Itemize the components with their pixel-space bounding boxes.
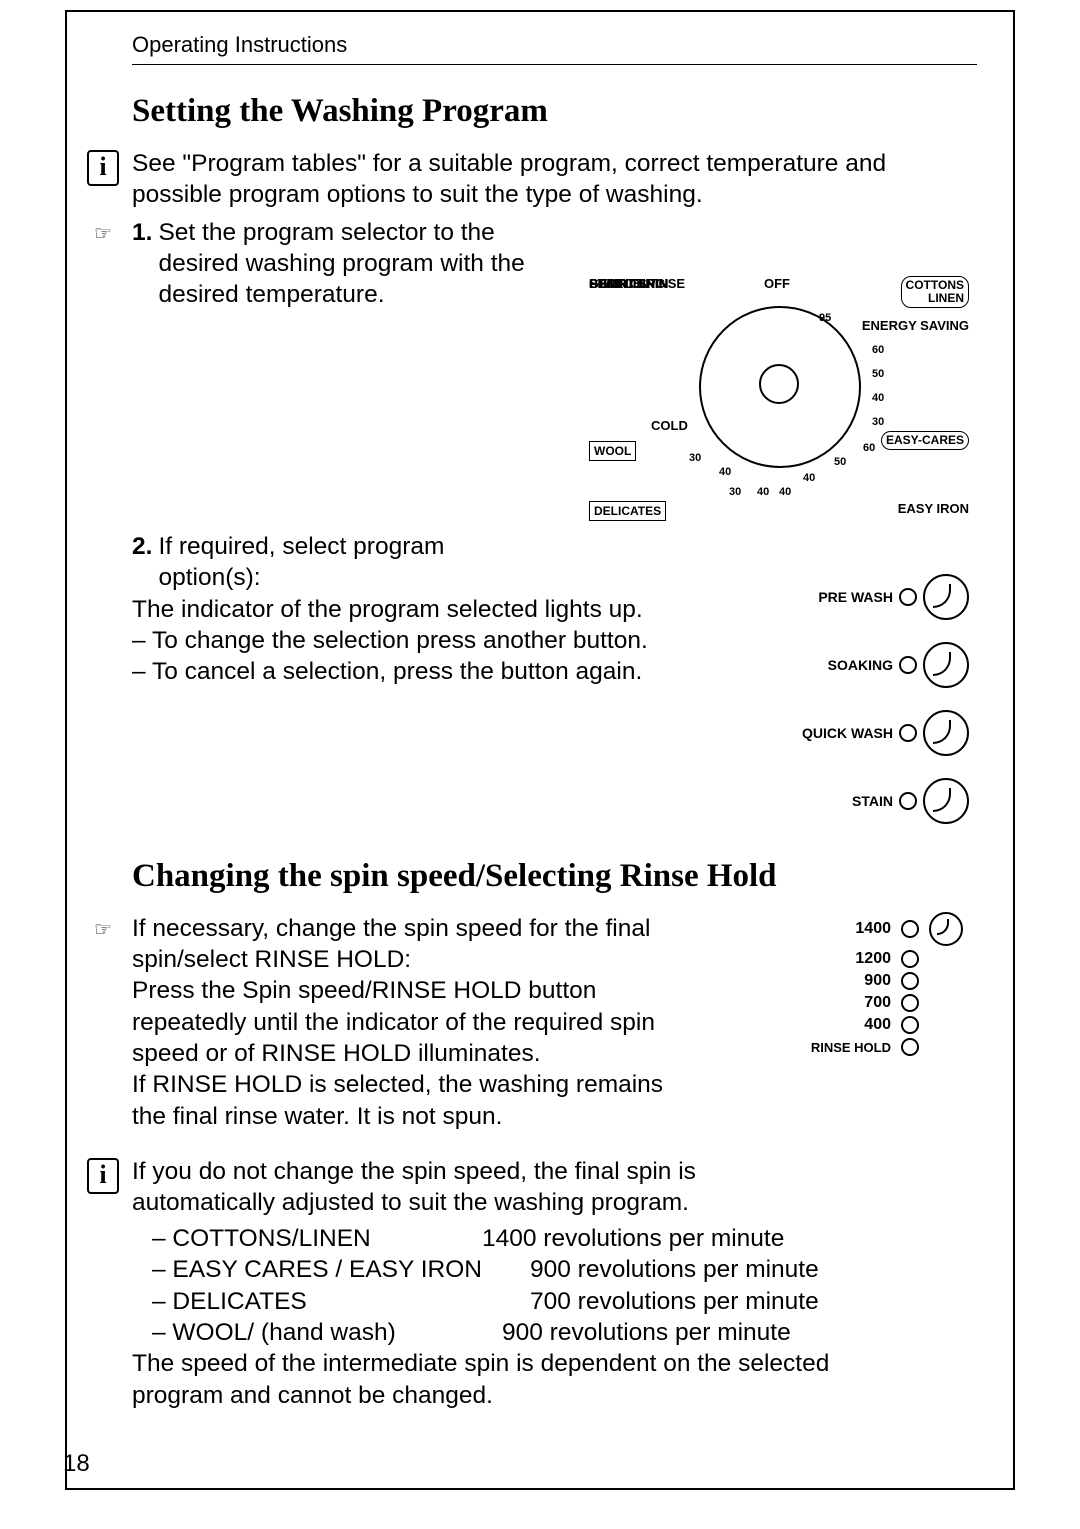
- dial-temp: 30: [872, 416, 884, 428]
- led-icon: [899, 588, 917, 606]
- spin-para2: Press the Spin speed/RINSE HOLD button r…: [132, 975, 692, 1069]
- step2-line2: The indicator of the program selected li…: [132, 594, 692, 625]
- option-soaking: SOAKING: [799, 642, 969, 688]
- spin-para3: If RINSE HOLD is selected, the washing r…: [132, 1069, 692, 1132]
- option-button[interactable]: [923, 710, 969, 756]
- led-icon: [899, 792, 917, 810]
- info-icon: i: [87, 1158, 119, 1194]
- dial-temp: 40: [803, 472, 815, 484]
- step2-bullet2: – To cancel a selection, press the butto…: [132, 656, 692, 687]
- intro-text: See "Program tables" for a suitable prog…: [132, 148, 977, 211]
- spin-speed-1400: 1400: [763, 912, 963, 946]
- rpm-row: – WOOL/ (hand wash)900 revolutions per m…: [152, 1317, 977, 1348]
- led-icon: [899, 724, 917, 742]
- dial-temp: 40: [719, 466, 731, 478]
- led-icon: [901, 950, 919, 968]
- dial-label-cold: COLD: [651, 418, 688, 433]
- info-spin-defaults: i If you do not change the spin speed, t…: [87, 1156, 977, 1411]
- option-stain: STAIN: [799, 778, 969, 824]
- step-number-2: 2.: [132, 531, 152, 562]
- dial-temp: 30: [689, 452, 701, 464]
- spin-speed-button[interactable]: [929, 912, 963, 946]
- dial-temp: 40: [779, 486, 791, 498]
- rpm-table: – COTTONS/LINEN1400 revolutions per minu…: [132, 1223, 977, 1348]
- dial-label-easy-cares: EASY-CARES: [881, 431, 969, 450]
- led-icon: [901, 1016, 919, 1034]
- step2-bullet1: – To change the selection press another …: [132, 625, 692, 656]
- section-title-spin-speed: Changing the spin speed/Selecting Rinse …: [132, 858, 977, 895]
- dial-label-off: OFF: [764, 276, 790, 291]
- rpm-row: – DELICATES700 revolutions per minute: [152, 1286, 977, 1317]
- led-icon: [901, 1038, 919, 1056]
- spin-para1: If necessary, change the spin speed for …: [132, 913, 692, 976]
- dial-temp: 40: [757, 486, 769, 498]
- led-icon: [899, 656, 917, 674]
- dial-label-wool: WOOL: [589, 441, 636, 461]
- page-number: 18: [63, 1450, 90, 1478]
- program-options-panel: PRE WASH SOAKING QUICK WASH STAIN: [799, 562, 969, 846]
- step-number-1: 1.: [132, 217, 152, 248]
- dial-temp: 40: [872, 392, 884, 404]
- spin-speed-900: 900: [763, 972, 963, 990]
- led-icon: [901, 972, 919, 990]
- pointing-hand-icon: ☞: [87, 222, 119, 248]
- option-pre-wash: PRE WASH: [799, 574, 969, 620]
- dial-label-energy-saving: ENERGY SAVING: [862, 318, 969, 333]
- spin-speed-1200: 1200: [763, 950, 963, 968]
- dial-label-easy-iron: EASY IRON: [898, 501, 969, 516]
- dial-temp: 30: [729, 486, 741, 498]
- pointing-hand-icon: ☞: [87, 918, 119, 944]
- dial-temp: 60: [863, 442, 875, 454]
- led-icon: [901, 920, 919, 938]
- program-selector-dial: SHORT SPIN SPIN PUMP OUT STARCHING GENTL…: [589, 276, 969, 536]
- step2-line1: If required, select program option(s):: [158, 531, 498, 594]
- option-quick-wash: QUICK WASH: [799, 710, 969, 756]
- spin-speed-700: 700: [763, 994, 963, 1012]
- step1-text: Set the program selector to the desired …: [158, 217, 538, 311]
- dial-temp: 60: [872, 344, 884, 356]
- option-button[interactable]: [923, 642, 969, 688]
- section-title-setting-washing-program: Setting the Washing Program: [132, 93, 977, 130]
- led-icon: [901, 994, 919, 1012]
- spin-info1: If you do not change the spin speed, the…: [132, 1156, 772, 1219]
- dial-temp: 50: [872, 368, 884, 380]
- page-header: Operating Instructions: [132, 32, 977, 65]
- dial-label-gentle-rinse: GENTLE RINSE: [589, 276, 685, 291]
- dial-label-delicates: DELICATES: [589, 501, 666, 521]
- spin-speed-400: 400: [763, 1016, 963, 1034]
- rpm-row: – COTTONS/LINEN1400 revolutions per minu…: [152, 1223, 977, 1254]
- dial-temp: 95: [819, 312, 831, 324]
- spin-speed-indicator-panel: 1400 1200 900 700 400 RINSE HOLD: [763, 908, 963, 1060]
- option-button[interactable]: [923, 574, 969, 620]
- rpm-row: – EASY CARES / EASY IRON900 revolutions …: [152, 1254, 977, 1285]
- page-frame: Operating Instructions Setting the Washi…: [65, 10, 1015, 1490]
- spin-footer: The speed of the intermediate spin is de…: [132, 1348, 852, 1411]
- dial-temp: 50: [834, 456, 846, 468]
- dial-label-cottons-linen: COTTONSLINEN: [901, 276, 969, 308]
- option-button[interactable]: [923, 778, 969, 824]
- info-icon: i: [87, 150, 119, 186]
- spin-rinse-hold: RINSE HOLD: [763, 1038, 963, 1056]
- intro-row: i See "Program tables" for a suitable pr…: [87, 148, 977, 211]
